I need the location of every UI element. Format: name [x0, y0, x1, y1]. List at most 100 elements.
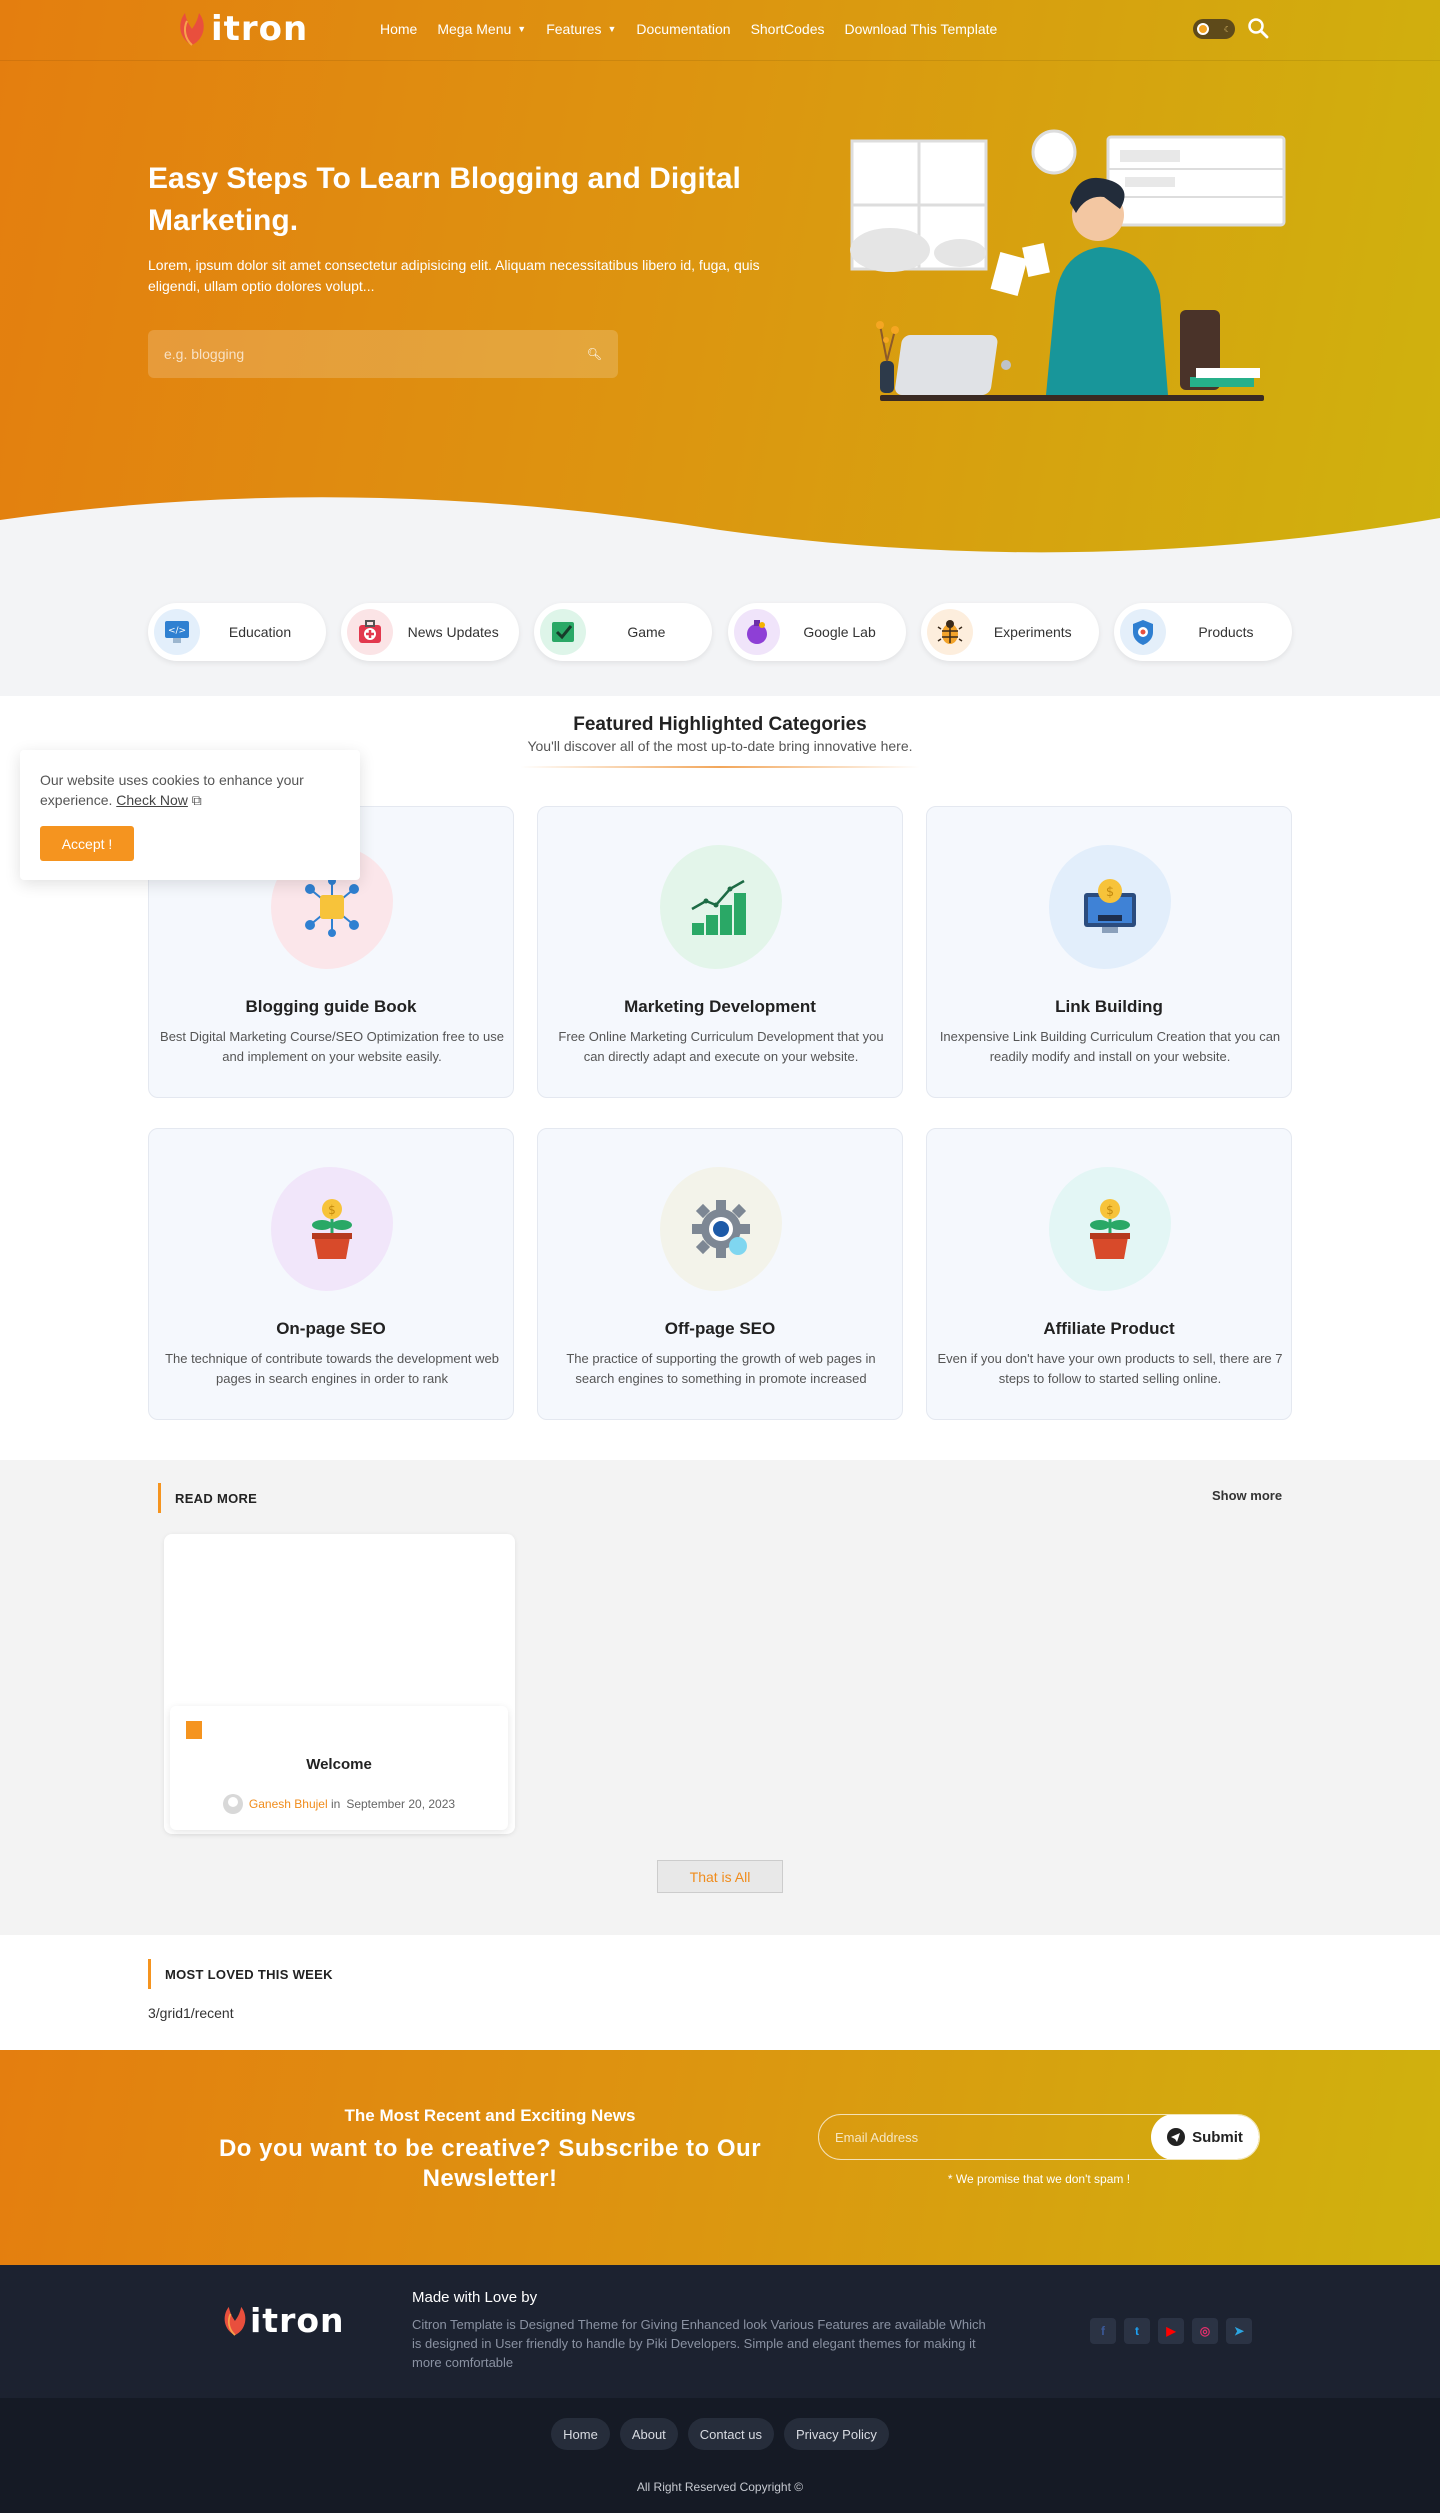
post-card-info: Welcome Ganesh Bhujel in September 20, 2… [170, 1706, 508, 1830]
post-card[interactable]: Welcome Ganesh Bhujel in September 20, 2… [164, 1534, 515, 1834]
footer-link-contact[interactable]: Contact us [687, 2418, 774, 2450]
external-link-icon: ⧉ [191, 792, 202, 808]
feature-card-off-page-seo[interactable]: Off-page SEO The practice of supporting … [537, 1128, 903, 1420]
card-description: Even if you don't have your own products… [937, 1351, 1283, 1386]
post-date: September 20, 2023 [346, 1797, 456, 1811]
logo-text: itron [250, 2301, 345, 2340]
nav-documentation[interactable]: Documentation [636, 21, 730, 37]
nav-label: Features [546, 21, 602, 37]
svg-text:$: $ [1106, 885, 1114, 900]
post-title[interactable]: Welcome [170, 1756, 508, 1773]
facebook-icon[interactable]: f [1090, 2318, 1116, 2344]
potion-flask-icon [733, 609, 780, 655]
nav-label: Download This Template [844, 21, 998, 37]
hero-title: Easy Steps To Learn Blogging and Digital… [148, 162, 741, 237]
newsletter-section: The Most Recent and Exciting News Do you… [0, 2050, 1440, 2265]
twitter-icon[interactable]: t [1124, 2318, 1150, 2344]
category-products[interactable]: Products [1113, 603, 1292, 661]
money-monitor-icon: $ [1049, 845, 1171, 969]
citron-logo-icon [180, 13, 204, 46]
newsletter-title: Do you want to be creative? Subscribe to… [218, 2135, 762, 2192]
newsletter-note: * We promise that we don't spam ! [947, 2172, 1131, 2186]
copyright-text: All Right Reserved Copyright © [636, 2480, 804, 2494]
card-title: Blogging guide Book [245, 997, 417, 1016]
post-meta: Ganesh Bhujel in September 20, 2023 [170, 1794, 508, 1814]
search-icon[interactable] [1247, 17, 1269, 39]
blogger-illustration [850, 129, 1286, 401]
code-monitor-icon: </> [154, 609, 200, 655]
nav-label: ShortCodes [750, 21, 825, 37]
feature-card-link-building[interactable]: $ Link Building Inexpensive Link Buildin… [926, 806, 1292, 1098]
money-plant-icon: $ [1049, 1167, 1171, 1291]
category-game[interactable]: Game [534, 603, 713, 661]
category-education[interactable]: </> Education [148, 603, 326, 661]
post-author-preposition: in [330, 1797, 341, 1811]
instagram-icon[interactable]: ◎ [1192, 2318, 1218, 2344]
main-nav: Home Mega Menu ▼ Features ▼ Documentation … [380, 0, 997, 58]
theme-toggle[interactable]: ☾ [1193, 19, 1235, 39]
search-icon[interactable]: 🔍︎ [587, 347, 602, 361]
nav-shortcodes[interactable]: ShortCodes [751, 21, 825, 37]
email-field[interactable] [819, 2115, 1151, 2159]
footer-bottom: Home About Contact us Privacy Policy All… [0, 2398, 1440, 2513]
category-google-lab[interactable]: Google Lab [727, 603, 906, 661]
cookie-check-now-link[interactable]: Check Now [116, 792, 188, 808]
moon-icon: ☾ [1223, 24, 1231, 34]
card-title: Affiliate Product [1043, 1319, 1175, 1338]
category-experiments[interactable]: Experiments [920, 603, 1099, 661]
cookie-banner: Our website uses cookies to enhance your… [20, 750, 360, 880]
cookie-accept-button[interactable]: Accept ! [40, 826, 134, 861]
hero-description: Lorem, ipsum dolor sit amet consectetur … [148, 257, 760, 294]
footer-link-about[interactable]: About [619, 2418, 678, 2450]
show-more-link[interactable]: Show more [1212, 1488, 1282, 1503]
svg-text:$: $ [328, 1203, 336, 1217]
hero-search-box[interactable]: 🔍︎ [148, 330, 618, 378]
send-icon [1167, 2128, 1186, 2146]
hero-wave-divider [0, 497, 1440, 570]
feature-card-affiliate-product[interactable]: $ Affiliate Product Even if you don't ha… [926, 1128, 1292, 1420]
card-description: The technique of contribute towards the … [165, 1351, 499, 1386]
site-logo[interactable]: itron [175, 6, 308, 52]
card-description: Best Digital Marketing Course/SEO Optimi… [160, 1029, 504, 1064]
most-loved-heading: MOST LOVED THIS WEEK [148, 1959, 333, 1989]
subscribe-submit-button[interactable]: Submit [1151, 2115, 1259, 2159]
submit-label: Submit [1192, 2128, 1243, 2146]
post-author[interactable]: Ganesh Bhujel [249, 1797, 328, 1811]
card-description: Inexpensive Link Building Curriculum Cre… [939, 1029, 1281, 1064]
footer-logo[interactable]: itron [220, 2301, 345, 2340]
newsletter-kicker: The Most Recent and Exciting News [344, 2106, 636, 2125]
feature-card-marketing-development[interactable]: Marketing Development Free Online Market… [537, 806, 903, 1098]
sun-icon [1197, 23, 1209, 35]
nav-download-template[interactable]: Download This Template [845, 21, 998, 37]
category-label: Game [627, 624, 666, 640]
card-title: Link Building [1055, 997, 1163, 1016]
logo-text: itron [211, 9, 309, 49]
card-title: Off-page SEO [664, 1319, 776, 1338]
hero-search-input[interactable] [164, 346, 544, 362]
footer-link-privacy[interactable]: Privacy Policy [783, 2418, 889, 2450]
footer-link-home[interactable]: Home [551, 2418, 610, 2450]
chevron-down-icon: ▼ [517, 24, 527, 34]
category-label: Google Lab [803, 624, 876, 640]
category-label: Education [228, 624, 292, 640]
nav-features[interactable]: Features ▼ [546, 21, 616, 37]
footer-description: Citron Template is Designed Theme for Gi… [412, 2317, 986, 2370]
category-news-updates[interactable]: News Updates [341, 603, 520, 661]
feature-card-on-page-seo[interactable]: $ On-page SEO The technique of contribut… [148, 1128, 514, 1420]
featured-divider [520, 766, 920, 768]
nav-label: Home [380, 21, 418, 37]
nav-home[interactable]: Home [380, 21, 417, 37]
money-plant-icon: $ [271, 1167, 393, 1291]
shield-icon [1119, 609, 1166, 655]
read-more-section: READ MORE Show more Welcome Ganesh Bhuje… [0, 1460, 1440, 1935]
that-is-all-button[interactable]: That is All [657, 1860, 783, 1893]
chevron-down-icon: ▼ [607, 24, 617, 34]
svg-text:</>: </> [168, 626, 186, 636]
telegram-icon[interactable]: ➤ [1226, 2318, 1252, 2344]
post-label-tag[interactable] [186, 1721, 202, 1739]
nav-mega-menu[interactable]: Mega Menu ▼ [437, 21, 526, 37]
category-label: Products [1198, 624, 1254, 640]
youtube-icon[interactable]: ▶ [1158, 2318, 1184, 2344]
newsletter-form: Submit [818, 2114, 1260, 2160]
first-aid-kit-icon [347, 609, 394, 655]
